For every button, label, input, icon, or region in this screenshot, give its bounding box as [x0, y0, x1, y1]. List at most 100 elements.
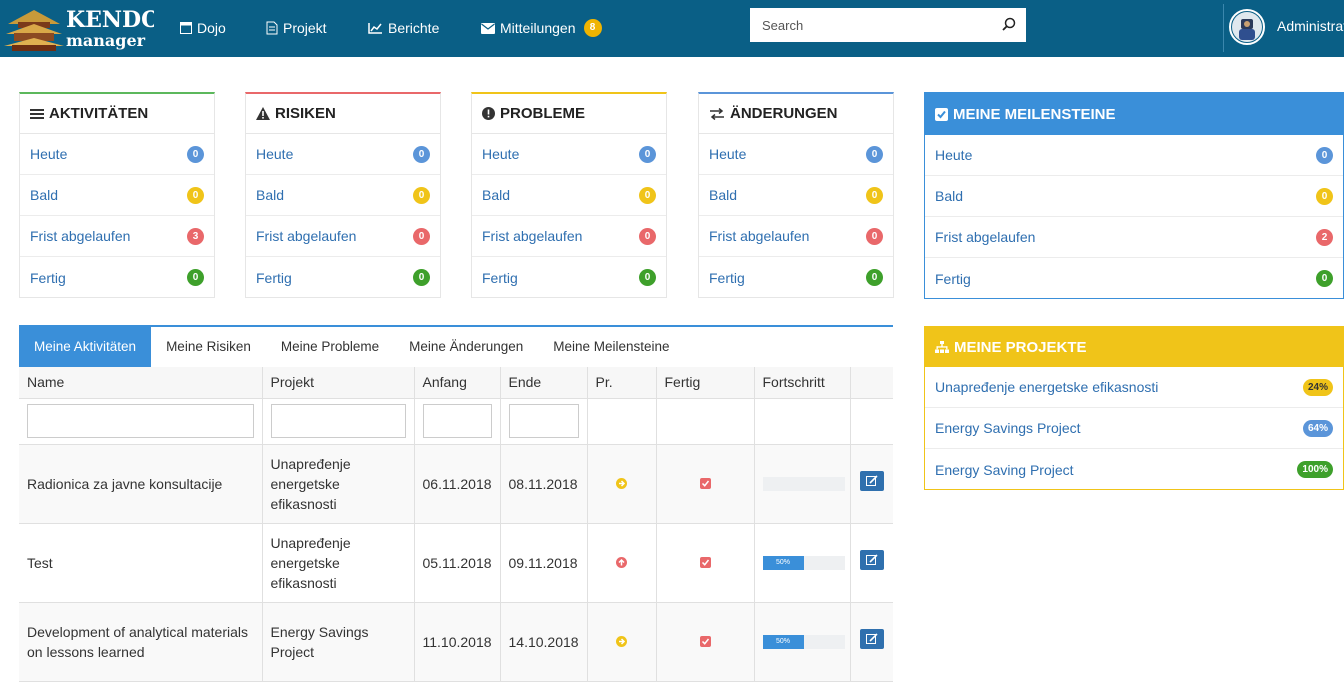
project-link[interactable]: Unapređenje energetske efikasnosti [935, 379, 1158, 395]
sitemap-icon [935, 341, 949, 353]
table-row[interactable]: Test Unapređenje energetske efikasnosti … [19, 523, 893, 603]
user-name[interactable]: Administrator [1277, 18, 1344, 34]
card-title: MEINE MEILENSTEINE [925, 93, 1343, 135]
filter-ende-input[interactable] [508, 404, 579, 438]
card-row-fertig[interactable]: Fertig 0 [246, 257, 440, 298]
heute-link[interactable]: Heute [256, 146, 293, 162]
frist-abgelaufen-link[interactable]: Frist abgelaufen [482, 228, 582, 244]
bald-link[interactable]: Bald [30, 187, 58, 203]
warning-icon [256, 107, 270, 120]
checked-checkbox-icon[interactable] [699, 635, 711, 647]
heute-link[interactable]: Heute [935, 147, 972, 163]
column-header-projekt[interactable]: Projekt [262, 367, 415, 399]
nav-dojo[interactable]: Dojo [180, 18, 226, 38]
search-input[interactable] [750, 8, 990, 42]
card-row-bald[interactable]: Bald 0 [699, 175, 893, 216]
card-row-frist[interactable]: Frist abgelaufen 0 [699, 216, 893, 257]
edit-button[interactable] [859, 629, 884, 649]
table-row[interactable]: Development of analytical materials on l… [19, 602, 893, 682]
checked-checkbox-icon[interactable] [699, 556, 711, 568]
card-row-fertig[interactable]: Fertig 0 [925, 258, 1343, 299]
tab-meine-probleme[interactable]: Meine Probleme [266, 327, 394, 367]
column-header-ende[interactable]: Ende [500, 367, 588, 399]
fertig-link[interactable]: Fertig [256, 270, 292, 286]
filter-anfang-input[interactable] [422, 404, 492, 438]
fertig-link[interactable]: Fertig [709, 270, 745, 286]
normal-priority-icon [616, 477, 627, 489]
exclamation-circle-icon [482, 107, 495, 120]
card-row-fertig[interactable]: Fertig 0 [472, 257, 666, 298]
card-aktivitaeten: AKTIVITÄTEN Heute 0 Bald 0 Frist abgelaufe… [19, 92, 215, 298]
bald-link[interactable]: Bald [935, 188, 963, 204]
tab-meine-aktivitaeten[interactable]: Meine Aktivitäten [19, 327, 152, 367]
cell-projekt: Unapređenje energetske efikasnosti [262, 444, 415, 524]
nav-projekt[interactable]: Projekt [266, 18, 327, 38]
tab-meine-meilensteine[interactable]: Meine Meilensteine [538, 327, 684, 367]
card-row-fertig[interactable]: Fertig 0 [699, 257, 893, 298]
fertig-link[interactable]: Fertig [482, 270, 518, 286]
card-row-heute[interactable]: Heute 0 [246, 134, 440, 175]
search-icon[interactable] [1002, 17, 1016, 31]
nav-mitteilungen[interactable]: Mitteilungen 8 [481, 18, 602, 38]
column-header-fortschritt[interactable]: Fortschritt [754, 367, 851, 399]
card-row-frist[interactable]: Frist abgelaufen 0 [246, 216, 440, 257]
project-link[interactable]: Energy Savings Project [935, 420, 1081, 436]
table-row[interactable]: Radionica za javne konsultacije Unapređe… [19, 444, 893, 524]
edit-button[interactable] [859, 471, 884, 491]
cell-actions [850, 523, 893, 603]
count-badge: 0 [639, 269, 656, 286]
card-row-bald[interactable]: Bald 0 [472, 175, 666, 216]
column-header-priority[interactable]: Pr. [587, 367, 657, 399]
project-row[interactable]: Energy Savings Project 64% [925, 408, 1343, 449]
bald-link[interactable]: Bald [709, 187, 737, 203]
edit-button[interactable] [859, 550, 884, 570]
card-risiken: RISIKEN Heute 0 Bald 0 Frist abgelaufen 0 F… [245, 92, 441, 298]
project-row[interactable]: Energy Saving Project 100% [925, 449, 1343, 490]
cell-fertig [656, 444, 755, 524]
card-row-frist[interactable]: Frist abgelaufen 0 [472, 216, 666, 257]
frist-abgelaufen-link[interactable]: Frist abgelaufen [256, 228, 356, 244]
filter-row [19, 398, 893, 445]
cell-ende: 14.10.2018 [500, 602, 588, 682]
column-header-name[interactable]: Name [19, 367, 263, 399]
fertig-link[interactable]: Fertig [935, 271, 971, 287]
nav-projekt-label: Projekt [283, 20, 327, 36]
filter-name-input[interactable] [27, 404, 254, 438]
nav-berichte[interactable]: Berichte [368, 18, 439, 38]
cell-projekt: Energy Savings Project [262, 602, 415, 682]
project-link[interactable]: Energy Saving Project [935, 462, 1074, 478]
card-row-heute[interactable]: Heute 0 [925, 135, 1343, 176]
heute-link[interactable]: Heute [709, 146, 746, 162]
heute-link[interactable]: Heute [30, 146, 67, 162]
card-row-heute[interactable]: Heute 0 [699, 134, 893, 175]
column-header-anfang[interactable]: Anfang [414, 367, 501, 399]
card-row-bald[interactable]: Bald 0 [925, 176, 1343, 217]
card-row-heute[interactable]: Heute 0 [20, 134, 214, 175]
card-row-heute[interactable]: Heute 0 [472, 134, 666, 175]
count-badge: 0 [1316, 187, 1333, 205]
card-row-fertig[interactable]: Fertig 0 [20, 257, 214, 298]
card-row-bald[interactable]: Bald 0 [20, 175, 214, 216]
count-badge: 0 [639, 186, 656, 204]
fertig-link[interactable]: Fertig [30, 270, 66, 286]
tab-meine-aenderungen[interactable]: Meine Änderungen [394, 327, 538, 367]
column-header-fertig[interactable]: Fertig [656, 367, 755, 399]
card-row-frist[interactable]: Frist abgelaufen 3 [20, 216, 214, 257]
frist-abgelaufen-link[interactable]: Frist abgelaufen [709, 228, 809, 244]
filter-projekt-input[interactable] [270, 404, 406, 438]
card-row-frist[interactable]: Frist abgelaufen 2 [925, 217, 1343, 258]
bald-link[interactable]: Bald [256, 187, 284, 203]
cell-name: Test [19, 523, 263, 603]
tab-meine-risiken[interactable]: Meine Risiken [151, 327, 266, 367]
bald-link[interactable]: Bald [482, 187, 510, 203]
frist-abgelaufen-link[interactable]: Frist abgelaufen [935, 229, 1035, 245]
card-row-bald[interactable]: Bald 0 [246, 175, 440, 216]
user-avatar[interactable] [1229, 9, 1265, 45]
heute-link[interactable]: Heute [482, 146, 519, 162]
search-box[interactable] [750, 8, 1026, 42]
checked-checkbox-icon[interactable] [699, 477, 711, 489]
frist-abgelaufen-link[interactable]: Frist abgelaufen [30, 228, 130, 244]
kendo-manager-logo[interactable]: KENDO manager [4, 2, 160, 52]
notifications-badge: 8 [583, 19, 602, 37]
project-row[interactable]: Unapređenje energetske efikasnosti 24% [925, 367, 1343, 408]
